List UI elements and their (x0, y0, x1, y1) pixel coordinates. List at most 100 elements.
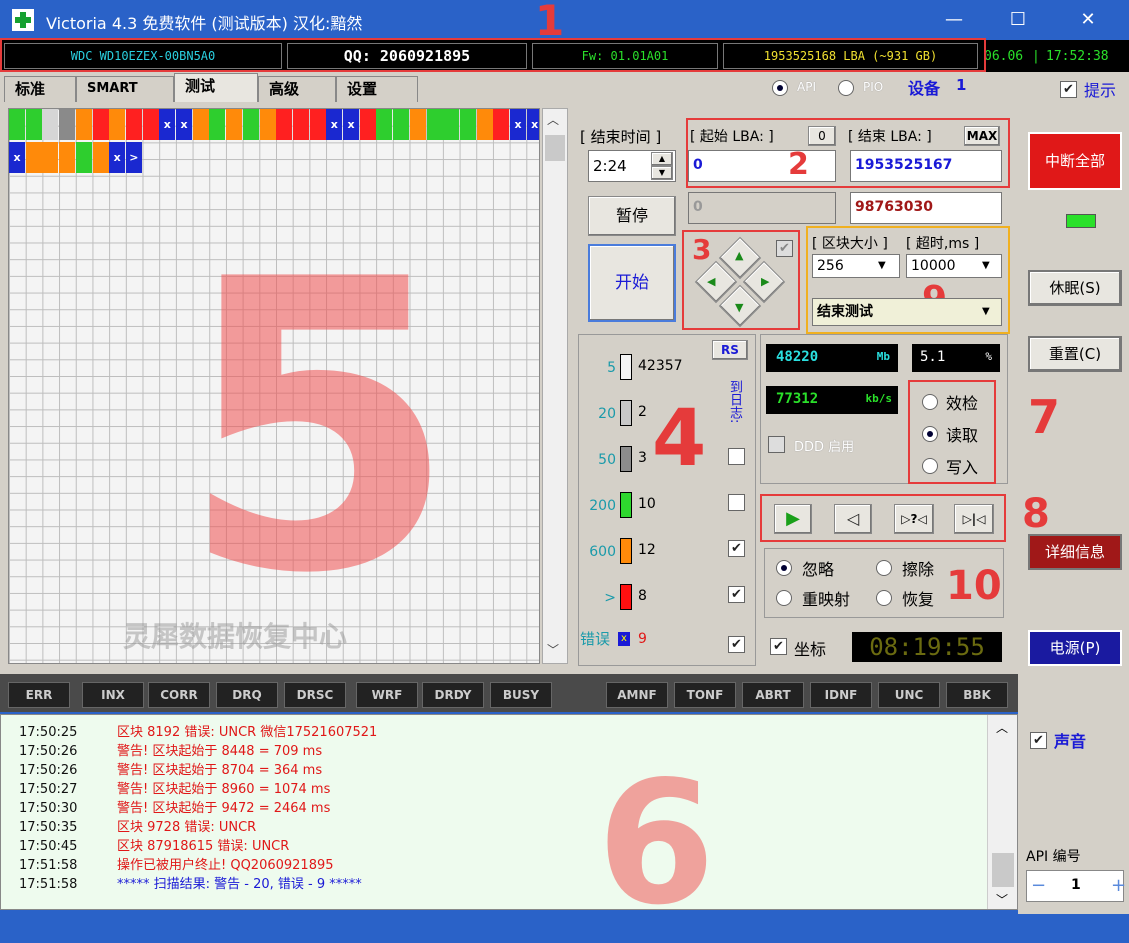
hint-checkbox[interactable]: ✔ (1060, 81, 1077, 98)
maximize-button[interactable]: ☐ (998, 6, 1038, 34)
coords-label: 坐标 (794, 640, 827, 659)
minimize-button[interactable]: — (934, 6, 974, 34)
annotation-7: 7 (1028, 390, 1061, 444)
legend-log-checkbox[interactable] (728, 494, 745, 511)
status-flag-wrf: WRF (356, 682, 418, 708)
elapsed-timer: 08:19:55 (852, 632, 1002, 662)
annotation-box-1 (0, 38, 986, 72)
start-lba-input[interactable]: 0 (688, 150, 836, 182)
grid-cell: x (343, 109, 359, 140)
pause-button[interactable]: 暂停 (588, 196, 676, 236)
grid-cell (359, 109, 376, 140)
grid-cell (142, 109, 159, 140)
block-size-select[interactable]: 256 (812, 254, 900, 278)
tab-advanced[interactable]: 高级 (258, 76, 336, 102)
sound-checkbox[interactable]: ✔ (1030, 732, 1047, 749)
api-radio[interactable] (772, 80, 788, 96)
play-backward-button[interactable]: ◁ (834, 504, 872, 534)
power-button[interactable]: 电源(P) (1028, 630, 1122, 666)
grid-cell (209, 109, 226, 140)
annotation-6: 6 (597, 745, 716, 943)
log-scrollbar[interactable]: ︿ ﹀ (987, 715, 1017, 909)
legend-count: 2 (638, 404, 647, 420)
legend-log-checkbox[interactable] (728, 448, 745, 465)
device-number[interactable]: 1 (956, 76, 966, 94)
close-button[interactable]: ✕ (1068, 6, 1108, 34)
log-message: 区块 9728 错误: UNCR (117, 820, 257, 835)
random-seek-button[interactable]: ▷?◁ (894, 504, 934, 534)
scroll-thumb[interactable] (545, 135, 565, 161)
grid-cell: x (526, 109, 539, 140)
grid-cell (42, 109, 59, 140)
end-action-select[interactable]: 结束测试 (812, 298, 1002, 326)
api-number-value[interactable]: 1 (1071, 877, 1081, 893)
tab-smart[interactable]: SMART (76, 76, 174, 102)
end-lba-max-button[interactable]: MAX (964, 126, 1000, 146)
annotation-4: 4 (652, 394, 707, 484)
legend-count: 10 (638, 496, 656, 512)
legend-log-checkbox[interactable]: ✔ (728, 540, 745, 557)
rs-button[interactable]: RS (712, 340, 748, 360)
current-lba-field: 0 (688, 192, 836, 224)
start-button[interactable]: 开始 (588, 244, 676, 322)
verify-radio[interactable] (922, 394, 938, 410)
play-icon: ▶ (786, 508, 800, 529)
time-down-icon[interactable]: ▼ (651, 166, 673, 180)
play-forward-button[interactable]: ▶ (774, 504, 812, 534)
grid-cell (409, 109, 426, 140)
increment-icon[interactable]: + (1111, 875, 1126, 896)
annotation-5: 5 (179, 196, 458, 661)
remap-radio[interactable] (776, 590, 792, 606)
legend-log-checkbox[interactable]: ✔ (728, 586, 745, 603)
scroll-up-icon[interactable]: ︿ (547, 111, 559, 128)
log-message: 警告! 区块起始于 8704 = 364 ms (117, 763, 323, 778)
scroll-down-icon[interactable]: ﹀ (547, 641, 559, 658)
log-scroll-down-icon[interactable]: ﹀ (996, 891, 1008, 908)
details-button[interactable]: 详细信息 (1028, 534, 1122, 570)
api-number-stepper[interactable]: − 1 + (1026, 870, 1126, 902)
grid-cell (59, 142, 76, 173)
break-all-button[interactable]: 中断全部 (1028, 132, 1122, 190)
status-flag-drq: DRQ (216, 682, 278, 708)
app-cross-icon (12, 9, 34, 31)
tab-test[interactable]: 测试 (174, 73, 258, 102)
start-lba-reset-button[interactable]: 0 (808, 126, 836, 146)
grid-cell (125, 109, 142, 140)
log-line: 17:50:45 区块 87918615 错误: UNCR (19, 837, 377, 856)
legend-ms-label: 600 (589, 544, 616, 560)
legend-count: 3 (638, 450, 647, 466)
pio-radio[interactable] (838, 80, 854, 96)
write-radio[interactable] (922, 458, 938, 474)
log-error-checkbox[interactable]: ✔ (728, 636, 745, 653)
read-radio[interactable] (922, 426, 938, 442)
legend-count: 12 (638, 542, 656, 558)
grid-cell (292, 109, 309, 140)
dpad-checkbox[interactable]: ✔ (776, 240, 793, 257)
tab-settings[interactable]: 设置 (336, 76, 418, 102)
time-up-icon[interactable]: ▲ (651, 152, 673, 166)
sleep-button[interactable]: 休眠(S) (1028, 270, 1122, 306)
log-scroll-thumb[interactable] (992, 853, 1014, 887)
decrement-icon[interactable]: − (1031, 875, 1046, 896)
tab-bar: 标准 SMART 测试 高级 设置 API PIO 设备 1 ✔ 提示 (0, 72, 1129, 102)
grid-scrollbar[interactable]: ︿ ﹀ (542, 108, 568, 664)
end-lba-input[interactable]: 1953525167 (850, 150, 1002, 182)
speed-display: 77312 kb/s (766, 386, 898, 414)
arrow-down-icon: ▼ (735, 301, 744, 314)
reset-button[interactable]: 重置(C) (1028, 336, 1122, 372)
to-log-label: 到日志: (727, 380, 742, 424)
ddd-checkbox[interactable] (768, 436, 785, 453)
butterfly-button[interactable]: ▷|◁ (954, 504, 994, 534)
log-scroll-up-icon[interactable]: ︿ (996, 719, 1008, 736)
ignore-radio[interactable] (776, 560, 792, 576)
grid-cell (426, 109, 443, 140)
tab-standard[interactable]: 标准 (4, 76, 76, 102)
restore-radio[interactable] (876, 590, 892, 606)
annotation-10: 10 (946, 563, 1002, 609)
grid-cell (226, 109, 243, 140)
legend-ms-label: 50 (598, 452, 616, 468)
log-line: 17:50:26 警告! 区块起始于 8448 = 709 ms (19, 742, 377, 761)
coords-checkbox[interactable]: ✔ (770, 638, 787, 655)
start-lba-label: [ 起始 LBA: ] (690, 129, 774, 145)
erase-radio[interactable] (876, 560, 892, 576)
